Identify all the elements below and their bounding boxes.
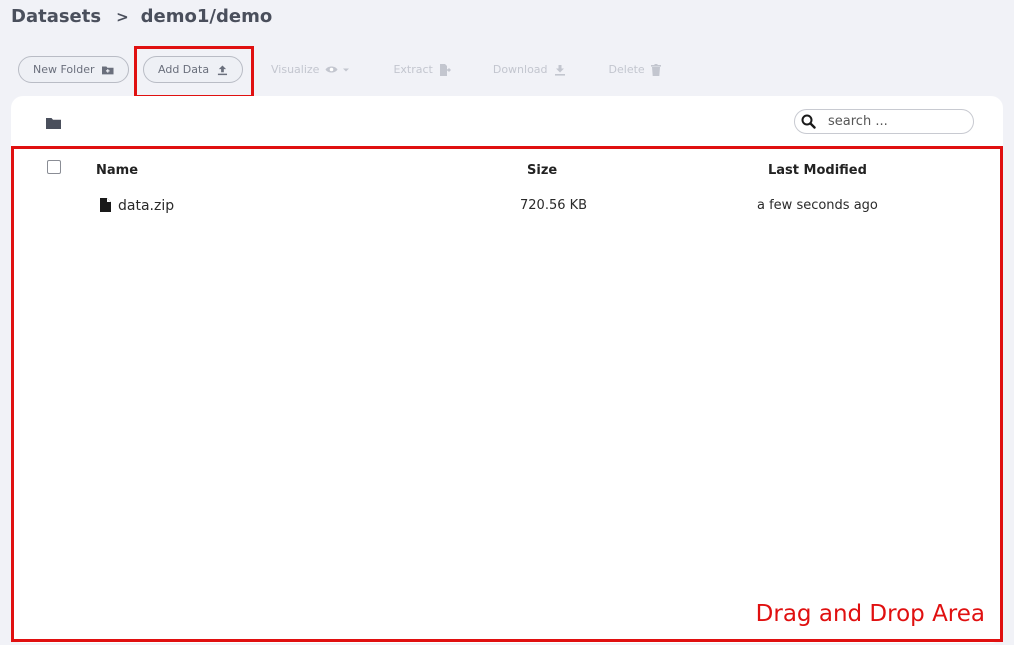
drag-and-drop-area[interactable]: Name Size Last Modified data.zip 720.56 … xyxy=(11,146,1003,642)
folder-icon[interactable] xyxy=(46,117,61,129)
download-label: Download xyxy=(492,63,548,76)
search-box xyxy=(794,109,974,134)
folder-plus-icon xyxy=(102,65,114,74)
download-icon xyxy=(554,64,565,76)
delete-button[interactable]: Delete xyxy=(609,63,661,76)
eye-icon xyxy=(325,66,338,73)
select-all-checkbox[interactable] xyxy=(47,160,61,174)
extract-icon xyxy=(439,63,451,76)
column-header-last-modified[interactable]: Last Modified xyxy=(768,163,867,178)
drop-area-label: Drag and Drop Area xyxy=(755,601,985,627)
toolbar: New Folder Add Data Visualize Extract Do… xyxy=(18,56,661,83)
new-folder-button[interactable]: New Folder xyxy=(18,56,129,83)
search-icon[interactable] xyxy=(801,114,816,129)
caret-down-icon xyxy=(343,68,350,71)
download-button[interactable]: Download xyxy=(493,63,566,76)
breadcrumb-separator: > xyxy=(116,8,129,26)
file-size: 720.56 KB xyxy=(520,198,588,213)
extract-button[interactable]: Extract xyxy=(393,63,451,76)
trash-icon xyxy=(650,63,661,76)
search-input[interactable] xyxy=(828,114,958,129)
file-panel: Name Size Last Modified data.zip 720.56 … xyxy=(11,96,1003,643)
breadcrumb-current: demo1/demo xyxy=(140,6,273,27)
column-header-size[interactable]: Size xyxy=(527,163,557,178)
table-row[interactable]: data.zip 720.56 KB a few seconds ago xyxy=(14,193,1000,219)
visualize-label: Visualize xyxy=(271,63,320,76)
extract-label: Extract xyxy=(393,63,433,76)
file-last-modified: a few seconds ago xyxy=(757,198,878,213)
file-name[interactable]: data.zip xyxy=(118,198,174,214)
file-icon xyxy=(100,198,111,212)
delete-label: Delete xyxy=(608,63,645,76)
column-header-name[interactable]: Name xyxy=(96,163,138,178)
file-browser-page: Datasets > demo1/demo New Folder Add Dat… xyxy=(0,0,1014,645)
new-folder-label: New Folder xyxy=(33,63,95,76)
breadcrumb: Datasets > demo1/demo xyxy=(11,6,272,27)
add-data-highlight xyxy=(134,46,254,98)
breadcrumb-root[interactable]: Datasets xyxy=(11,6,101,27)
visualize-button[interactable]: Visualize xyxy=(271,63,350,76)
